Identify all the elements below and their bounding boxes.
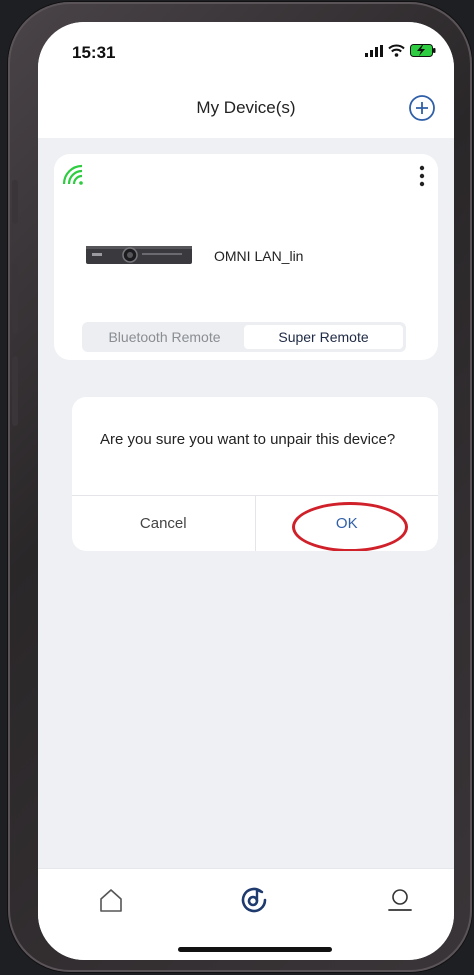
device-image xyxy=(86,246,192,264)
bottom-tab-bar xyxy=(38,868,454,960)
status-bar: 15:31 xyxy=(38,22,454,88)
dialog-buttons: Cancel OK xyxy=(72,495,438,551)
side-button xyxy=(12,180,18,224)
wifi-icon xyxy=(62,164,83,185)
nav-header: My Device(s) xyxy=(38,88,454,138)
more-vertical-icon[interactable] xyxy=(418,164,426,188)
page-title: My Device(s) xyxy=(196,98,296,117)
status-time: 15:31 xyxy=(72,43,116,62)
unpair-dialog: Are you sure you want to unpair this dev… xyxy=(72,397,438,551)
wifi-status-icon xyxy=(388,44,405,57)
phone-frame: 15:31 My Device(s) OMNI LAN_lin Bluetoot… xyxy=(8,2,472,972)
dialog-message: Are you sure you want to unpair this dev… xyxy=(100,431,396,448)
status-icons xyxy=(365,44,436,57)
remote-tabs: Bluetooth Remote Super Remote xyxy=(82,322,406,352)
device-card[interactable]: OMNI LAN_lin Bluetooth Remote Super Remo… xyxy=(54,154,438,360)
side-button xyxy=(12,264,18,334)
profile-icon[interactable] xyxy=(385,885,415,915)
cellular-signal-icon xyxy=(365,44,383,57)
battery-charging-icon xyxy=(410,44,436,57)
tab-bluetooth-remote[interactable]: Bluetooth Remote xyxy=(85,325,244,349)
cancel-button[interactable]: Cancel xyxy=(72,496,256,551)
highlight-circle xyxy=(291,502,408,551)
plus-circle-icon[interactable] xyxy=(408,94,436,122)
tab-super-remote[interactable]: Super Remote xyxy=(244,325,403,349)
ok-button[interactable]: OK xyxy=(256,496,439,551)
home-indicator xyxy=(178,947,332,952)
device-name: OMNI LAN_lin xyxy=(214,248,304,264)
music-disc-icon[interactable] xyxy=(239,885,269,915)
home-icon[interactable] xyxy=(96,885,126,915)
side-button xyxy=(12,356,18,426)
screen: 15:31 My Device(s) OMNI LAN_lin Bluetoot… xyxy=(38,22,454,960)
